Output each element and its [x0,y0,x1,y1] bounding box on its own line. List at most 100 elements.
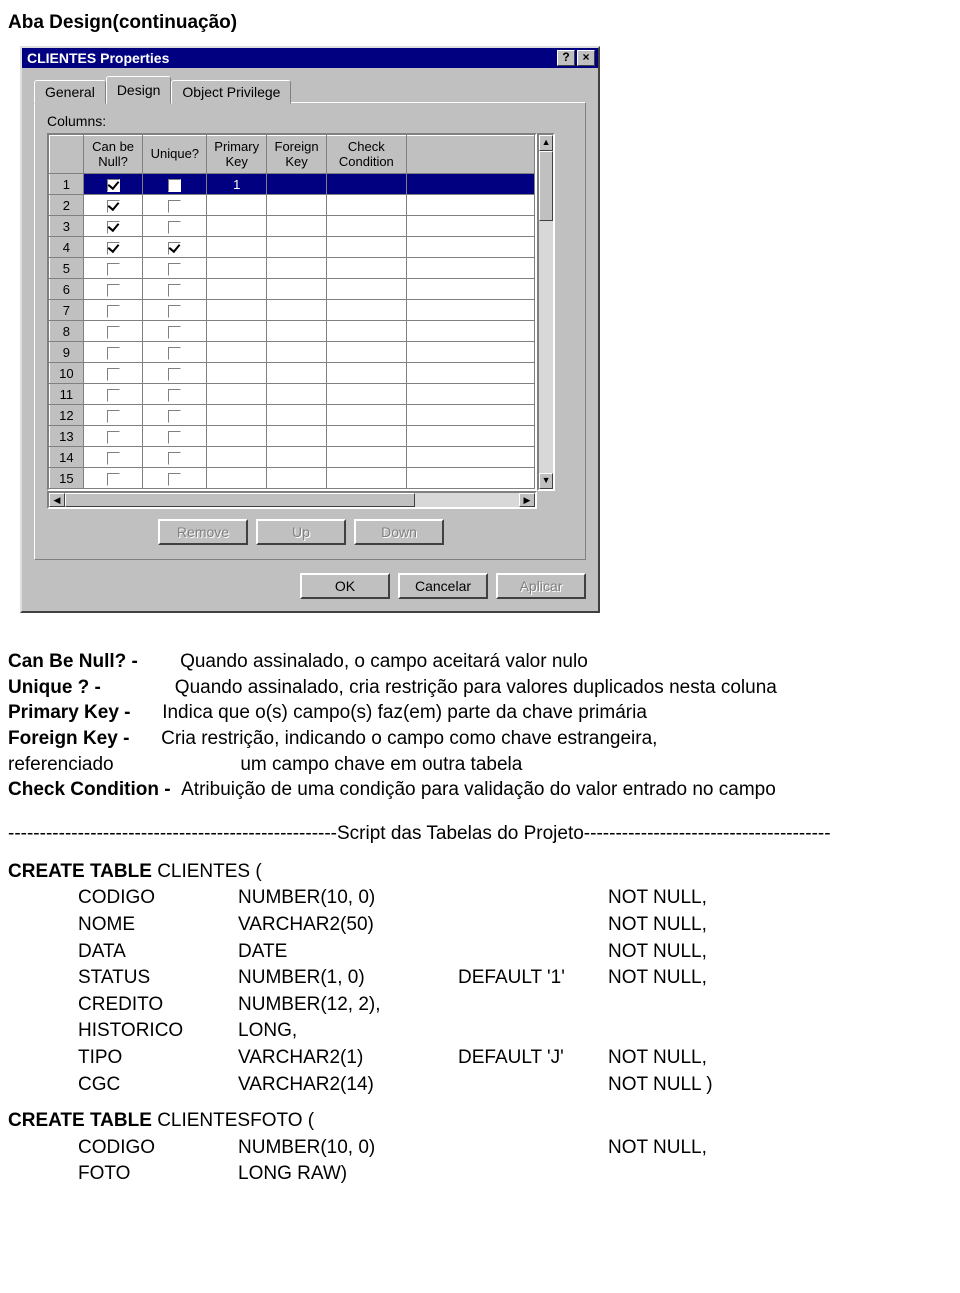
cell-check-condition[interactable] [326,195,406,216]
cell-primary-key[interactable] [207,195,267,216]
row-header[interactable]: 3 [50,216,84,237]
checkbox-icon[interactable] [168,221,181,234]
cell-check-condition[interactable] [326,174,406,195]
cell-check-condition[interactable] [326,363,406,384]
checkbox-icon[interactable] [168,284,181,297]
cell-primary-key[interactable] [207,279,267,300]
checkbox-icon[interactable] [107,410,120,423]
checkbox-icon[interactable] [168,347,181,360]
cell-foreign-key[interactable] [267,468,327,489]
cell-unique[interactable] [143,426,207,447]
checkbox-icon[interactable] [107,179,120,192]
cell-foreign-key[interactable] [267,279,327,300]
cell-unique[interactable] [143,279,207,300]
cell-can-be-null[interactable] [83,342,143,363]
checkbox-icon[interactable] [107,326,120,339]
checkbox-icon[interactable] [168,389,181,402]
cell-can-be-null[interactable] [83,195,143,216]
checkbox-icon[interactable] [168,179,181,192]
col-header-foreign-key[interactable]: Foreign Key [267,136,327,174]
cell-can-be-null[interactable] [83,174,143,195]
cell-check-condition[interactable] [326,216,406,237]
table-row[interactable]: 11 [50,174,535,195]
cell-primary-key[interactable] [207,216,267,237]
cell-primary-key[interactable] [207,384,267,405]
cell-unique[interactable] [143,258,207,279]
cell-foreign-key[interactable] [267,405,327,426]
cell-foreign-key[interactable] [267,195,327,216]
cell-unique[interactable] [143,237,207,258]
checkbox-icon[interactable] [107,221,120,234]
cell-foreign-key[interactable] [267,216,327,237]
table-row[interactable]: 14 [50,447,535,468]
ok-button[interactable]: OK [300,573,390,599]
cell-foreign-key[interactable] [267,258,327,279]
checkbox-icon[interactable] [107,452,120,465]
cell-unique[interactable] [143,363,207,384]
cell-primary-key[interactable] [207,363,267,384]
cell-can-be-null[interactable] [83,447,143,468]
checkbox-icon[interactable] [168,242,181,255]
checkbox-icon[interactable] [168,305,181,318]
up-button[interactable]: Up [256,519,346,545]
cell-can-be-null[interactable] [83,363,143,384]
table-row[interactable]: 12 [50,405,535,426]
cell-can-be-null[interactable] [83,279,143,300]
cell-check-condition[interactable] [326,447,406,468]
cell-unique[interactable] [143,405,207,426]
cell-can-be-null[interactable] [83,237,143,258]
scroll-down-icon[interactable]: ▼ [539,473,553,489]
cell-check-condition[interactable] [326,258,406,279]
close-button[interactable]: × [577,50,595,66]
cell-primary-key[interactable] [207,300,267,321]
tab-object-privilege[interactable]: Object Privilege [171,80,291,104]
cell-foreign-key[interactable] [267,447,327,468]
row-header[interactable]: 1 [50,174,84,195]
cell-unique[interactable] [143,216,207,237]
cell-unique[interactable] [143,384,207,405]
cell-foreign-key[interactable] [267,426,327,447]
table-row[interactable]: 9 [50,342,535,363]
row-header[interactable]: 5 [50,258,84,279]
cell-foreign-key[interactable] [267,237,327,258]
remove-button[interactable]: Remove [158,519,248,545]
vertical-scrollbar[interactable]: ▲ ▼ [537,133,555,491]
table-row[interactable]: 6 [50,279,535,300]
cell-unique[interactable] [143,342,207,363]
cell-primary-key[interactable] [207,342,267,363]
table-row[interactable]: 7 [50,300,535,321]
checkbox-icon[interactable] [107,242,120,255]
row-header[interactable]: 11 [50,384,84,405]
scroll-right-icon[interactable]: ▶ [519,493,535,507]
cell-primary-key[interactable]: 1 [207,174,267,195]
checkbox-icon[interactable] [107,200,120,213]
row-header[interactable]: 14 [50,447,84,468]
cell-primary-key[interactable] [207,426,267,447]
cell-check-condition[interactable] [326,342,406,363]
table-row[interactable]: 4 [50,237,535,258]
cell-check-condition[interactable] [326,384,406,405]
cell-foreign-key[interactable] [267,300,327,321]
cell-check-condition[interactable] [326,237,406,258]
cell-can-be-null[interactable] [83,405,143,426]
cell-check-condition[interactable] [326,405,406,426]
cell-unique[interactable] [143,447,207,468]
checkbox-icon[interactable] [107,431,120,444]
col-header-can-be-null[interactable]: Can be Null? [83,136,143,174]
cell-unique[interactable] [143,174,207,195]
table-row[interactable]: 10 [50,363,535,384]
down-button[interactable]: Down [354,519,444,545]
table-row[interactable]: 8 [50,321,535,342]
cell-check-condition[interactable] [326,300,406,321]
cell-unique[interactable] [143,300,207,321]
scroll-thumb-v[interactable] [539,151,553,221]
checkbox-icon[interactable] [168,200,181,213]
cell-unique[interactable] [143,321,207,342]
cell-primary-key[interactable] [207,468,267,489]
row-header[interactable]: 12 [50,405,84,426]
row-header[interactable]: 2 [50,195,84,216]
cell-can-be-null[interactable] [83,426,143,447]
cell-foreign-key[interactable] [267,384,327,405]
table-row[interactable]: 11 [50,384,535,405]
columns-grid[interactable]: Can be Null? Unique? Primary Key Foreign… [47,133,537,491]
